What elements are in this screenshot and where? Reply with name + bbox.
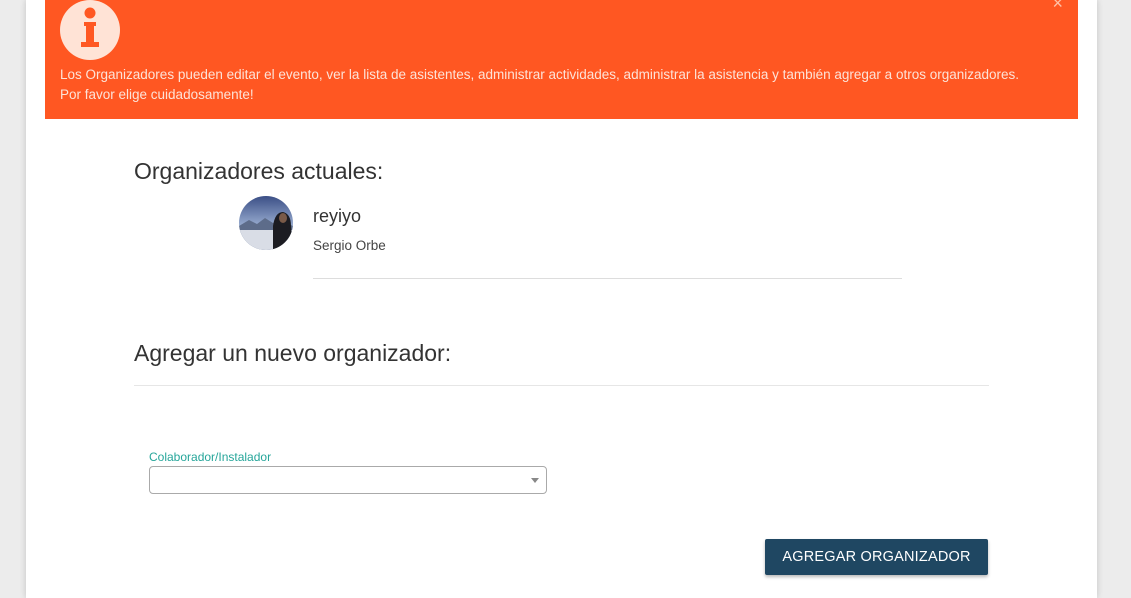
collaborator-field-label: Colaborador/Instalador — [149, 450, 272, 464]
chevron-down-icon[interactable] — [531, 478, 539, 483]
divider — [134, 385, 989, 386]
organizer-full-name: Sergio Orbe — [313, 238, 386, 253]
main-panel: × Los Organizadores pueden editar el eve… — [26, 0, 1097, 598]
alert-message-line: Por favor elige cuidadosamente! — [60, 87, 254, 102]
close-icon[interactable]: × — [1052, 0, 1063, 12]
info-alert: × Los Organizadores pueden editar el eve… — [45, 0, 1078, 119]
avatar-image — [239, 196, 293, 250]
divider — [313, 278, 902, 279]
organizer-username: reyiyo — [313, 206, 362, 226]
alert-message: Los Organizadores pueden editar el event… — [60, 65, 1060, 105]
avatar — [239, 196, 293, 250]
current-organizers-heading: Organizadores actuales: — [134, 158, 384, 184]
new-organizer-heading: Agregar un nuevo organizador: — [134, 340, 452, 366]
alert-message-line: Los Organizadores pueden editar el event… — [60, 67, 1020, 82]
add-organizer-button[interactable]: AGREGAR ORGANIZADOR — [765, 539, 988, 575]
info-icon — [60, 0, 120, 60]
collaborator-select[interactable] — [149, 466, 547, 494]
